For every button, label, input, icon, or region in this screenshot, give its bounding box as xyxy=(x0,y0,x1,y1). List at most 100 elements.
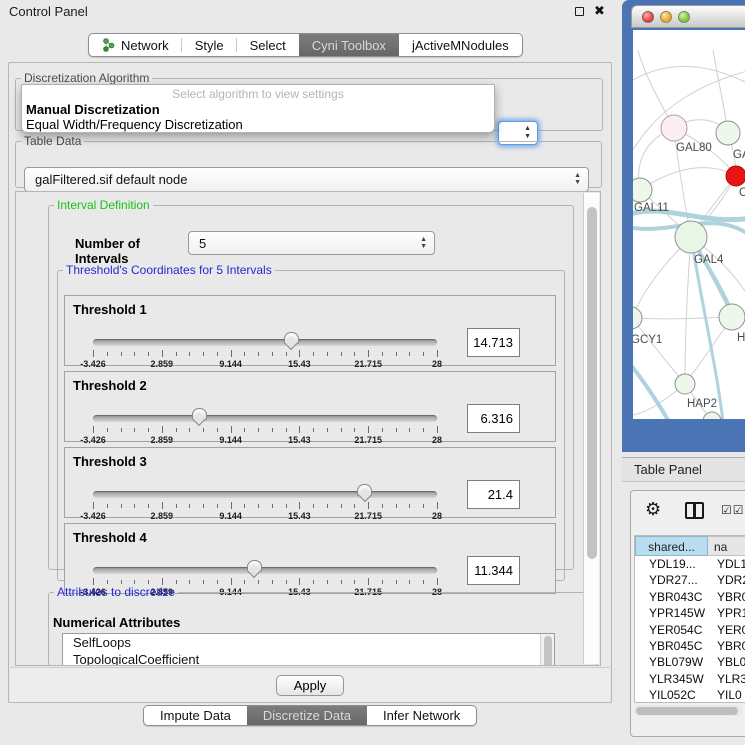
network-edge[interactable] xyxy=(633,318,685,384)
scrollbar-thumb[interactable] xyxy=(636,707,738,715)
slider-thumb[interactable] xyxy=(247,560,262,572)
split-columns-icon[interactable] xyxy=(685,502,704,519)
gear-icon[interactable]: ⚙ xyxy=(645,499,661,520)
tick-mark xyxy=(354,428,355,432)
node-attribute-table[interactable]: shared...na YDL19...YDL1YDR27...YDR2YBR0… xyxy=(634,535,745,703)
number-of-intervals-combobox[interactable]: 5 ▲▼ xyxy=(188,231,435,255)
node-label: GAL80 xyxy=(676,142,712,154)
network-edge[interactable] xyxy=(640,168,736,190)
tick-mark xyxy=(189,504,190,508)
slider-thumb[interactable] xyxy=(357,484,372,496)
cell-shared-name: YDL19... xyxy=(635,557,708,573)
tab-infer-network[interactable]: Infer Network xyxy=(367,706,476,725)
algorithm-option-equal-width[interactable]: Equal Width/Frequency Discretization xyxy=(26,117,243,132)
combobox-stepper-icon[interactable]: ▲▼ xyxy=(420,236,427,250)
network-node-gal11[interactable] xyxy=(633,178,652,202)
network-node-h[interactable] xyxy=(719,304,745,330)
node-label: GA xyxy=(733,149,745,161)
threshold-value-field[interactable]: 14.713 xyxy=(467,328,520,357)
table-row[interactable]: YDL19...YDL1 xyxy=(635,557,745,573)
slider-track[interactable] xyxy=(93,491,437,498)
tab-discretize-data[interactable]: Discretize Data xyxy=(247,706,367,725)
tab-impute-data[interactable]: Impute Data xyxy=(144,706,247,725)
algorithm-hint-option[interactable]: Select algorithm to view settings xyxy=(22,87,494,101)
scrollbar-thumb[interactable] xyxy=(587,207,597,559)
tick-mark xyxy=(189,352,190,356)
table-row[interactable]: YIL052CYIL0 xyxy=(635,688,745,704)
float-window-icon[interactable] xyxy=(575,7,584,16)
tick-mark xyxy=(176,504,177,508)
close-traffic-light-icon[interactable] xyxy=(642,11,654,23)
checkboxes-icon[interactable]: ☑☑ xyxy=(721,503,745,517)
network-window-titlebar[interactable] xyxy=(631,5,745,28)
tab-style[interactable]: Style xyxy=(182,34,237,56)
cell-shared-name: YBL079W xyxy=(635,655,708,671)
apply-button[interactable]: Apply xyxy=(276,675,344,696)
table-row[interactable]: YBL079WYBL0 xyxy=(635,655,745,671)
slider-track[interactable] xyxy=(93,339,437,346)
threshold-slider[interactable]: -3.4262.8599.14415.4321.71528 xyxy=(93,486,437,518)
algorithm-option-manual[interactable]: Manual Discretization xyxy=(26,102,160,117)
network-node-gal80[interactable] xyxy=(661,115,687,141)
tick-mark xyxy=(148,580,149,584)
numerical-attributes-list[interactable]: SelfLoopsTopologicalCoefficientBetweenne… xyxy=(62,633,555,666)
network-node-ga[interactable] xyxy=(716,121,740,145)
table-row[interactable]: YLR345WYLR3 xyxy=(635,672,745,688)
cell-shared-name: YDR27... xyxy=(635,573,708,589)
threshold-slider[interactable]: -3.4262.8599.14415.4321.71528 xyxy=(93,410,437,442)
threshold-slider[interactable]: -3.4262.8599.14415.4321.71528 xyxy=(93,334,437,366)
column-header-shared[interactable]: shared... xyxy=(635,536,708,556)
tick-mark xyxy=(107,580,108,584)
network-edge[interactable] xyxy=(633,317,732,319)
tab-network[interactable]: Network xyxy=(89,34,182,56)
tick-mark xyxy=(121,428,122,432)
list-item[interactable]: SelfLoops xyxy=(63,634,554,651)
table-row[interactable]: YBR045CYBR0 xyxy=(635,639,745,655)
network-node-hap2[interactable] xyxy=(675,374,695,394)
table-row[interactable]: YER054CYER0 xyxy=(635,623,745,639)
cell-shared-name: YBR043C xyxy=(635,590,708,606)
slider-track[interactable] xyxy=(93,415,437,422)
network-edge[interactable] xyxy=(633,360,669,419)
tab-select[interactable]: Select xyxy=(237,34,299,56)
network-node-c[interactable] xyxy=(726,166,745,186)
threshold-value-field[interactable]: 21.4 xyxy=(467,480,520,509)
tick-mark xyxy=(134,352,135,356)
zoom-traffic-light-icon[interactable] xyxy=(678,11,690,23)
scrollbar-thumb[interactable] xyxy=(544,636,552,666)
threshold-value-field[interactable]: 6.316 xyxy=(467,404,520,433)
slider-thumb[interactable] xyxy=(192,408,207,420)
attributes-scrollbar[interactable] xyxy=(540,634,554,666)
table-panel-title: Table Panel xyxy=(634,462,702,477)
tick-mark xyxy=(341,352,342,356)
network-canvas[interactable]: GAL80GACGAL11GAL4GCY1HHAP2 xyxy=(633,30,745,419)
tick-mark xyxy=(341,428,342,432)
table-horizontal-scrollbar[interactable] xyxy=(634,705,743,716)
table-row[interactable]: YPR145WYPR1 xyxy=(635,606,745,622)
table-data-combobox[interactable]: galFiltered.sif default node ▲▼ xyxy=(24,167,589,192)
table-row[interactable]: YDR27...YDR2 xyxy=(635,573,745,589)
list-item[interactable]: TopologicalCoefficient xyxy=(63,651,554,666)
minimize-traffic-light-icon[interactable] xyxy=(660,11,672,23)
slider-track[interactable] xyxy=(93,567,437,574)
settings-scrollbar[interactable] xyxy=(583,193,599,664)
cell-shared-name: YPR145W xyxy=(635,606,708,622)
tick-label: 9.144 xyxy=(219,435,242,445)
network-edge[interactable] xyxy=(713,50,728,133)
tab-jactivemnodules[interactable]: jActiveMNodules xyxy=(399,34,522,56)
close-icon[interactable]: ✖ xyxy=(594,3,605,19)
tab-label: jActiveMNodules xyxy=(412,38,509,53)
tab-cyni-toolbox[interactable]: Cyni Toolbox xyxy=(299,34,399,56)
tick-mark xyxy=(244,428,245,432)
network-edge[interactable] xyxy=(685,237,691,384)
table-toolbar: ⚙ ☑☑ xyxy=(631,491,745,533)
tick-mark xyxy=(244,504,245,508)
combobox-stepper-icon[interactable]: ▲▼ xyxy=(574,172,581,186)
network-node-gal4[interactable] xyxy=(675,221,707,253)
slider-thumb[interactable] xyxy=(284,332,299,344)
threshold-value-field[interactable]: 11.344 xyxy=(467,556,520,585)
column-header-na[interactable]: na xyxy=(708,536,745,556)
network-node-gcy1[interactable] xyxy=(633,307,642,329)
table-row[interactable]: YBR043CYBR0 xyxy=(635,590,745,606)
tick-label: 15.43 xyxy=(288,359,311,369)
